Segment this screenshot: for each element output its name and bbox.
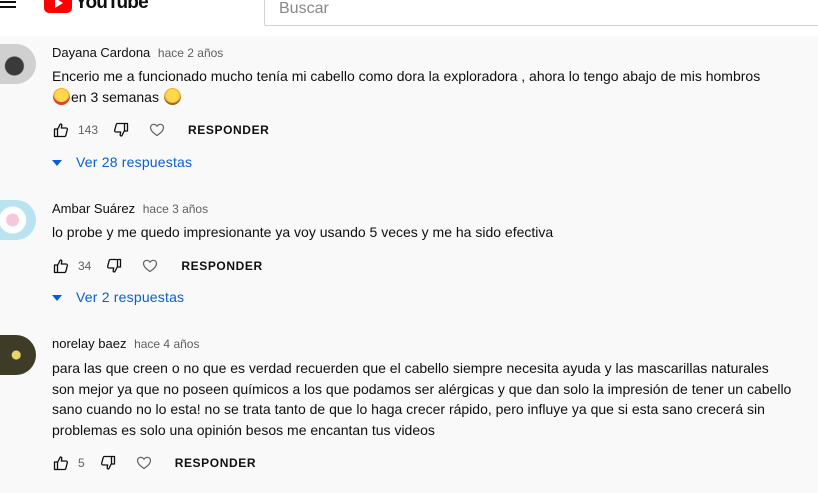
thumb-down-icon[interactable] xyxy=(105,257,123,275)
reply-button[interactable]: RESPONDER xyxy=(188,123,269,137)
view-replies-label: Ver 28 respuestas xyxy=(76,154,193,170)
comment-text: para las que creen o no que es verdad re… xyxy=(52,360,792,438)
comment-time[interactable]: hace 2 años xyxy=(158,46,223,60)
search-box[interactable] xyxy=(264,0,818,26)
heart-icon[interactable] xyxy=(148,121,166,139)
caret-down-icon xyxy=(52,289,62,305)
comment-author[interactable]: Dayana Cardona xyxy=(52,45,150,60)
comment-text: Encerio me a funcionado mucho tenía mi c… xyxy=(52,68,761,105)
youtube-logo[interactable]: YouTube xyxy=(44,0,149,14)
comment-actions: 5 RESPONDER xyxy=(52,451,256,475)
thumb-up-icon[interactable] xyxy=(52,454,70,472)
reply-button[interactable]: RESPONDER xyxy=(181,259,262,273)
logo-text: YouTube xyxy=(75,0,149,13)
avatar[interactable] xyxy=(0,44,36,84)
thumb-up-icon[interactable] xyxy=(52,121,70,139)
like-count: 143 xyxy=(78,123,99,137)
top-bar: YouTube xyxy=(0,0,818,36)
caret-down-icon xyxy=(52,154,62,170)
comment-time[interactable]: hace 4 años xyxy=(134,337,199,351)
star-struck-emoji xyxy=(53,87,70,105)
like-count: 34 xyxy=(78,259,92,273)
avatar[interactable] xyxy=(0,200,36,240)
search-input[interactable] xyxy=(277,0,801,23)
thumb-down-icon[interactable] xyxy=(99,454,117,472)
view-replies-button[interactable]: Ver 28 respuestas xyxy=(52,152,192,172)
comment-text: lo probe y me quedo impresionante ya voy… xyxy=(52,224,554,240)
youtube-logo-icon xyxy=(44,0,72,13)
like-count: 5 xyxy=(78,456,85,470)
heart-icon[interactable] xyxy=(141,257,159,275)
comment-author[interactable]: norelay baez xyxy=(52,336,126,351)
reply-button[interactable]: RESPONDER xyxy=(175,456,256,470)
menu-icon[interactable] xyxy=(0,0,18,14)
thumb-up-icon[interactable] xyxy=(52,257,70,275)
comment-author[interactable]: Ambar Suárez xyxy=(52,201,135,216)
thumb-down-icon[interactable] xyxy=(112,121,130,139)
sad-emoji xyxy=(163,87,181,105)
comment-time[interactable]: hace 3 años xyxy=(143,202,208,216)
comment-actions: 34 RESPONDER xyxy=(52,254,263,278)
view-replies-label: Ver 2 respuestas xyxy=(76,289,185,305)
heart-icon[interactable] xyxy=(135,454,153,472)
comment-actions: 143 RESPONDER xyxy=(52,118,269,142)
view-replies-button[interactable]: Ver 2 respuestas xyxy=(52,287,184,307)
avatar[interactable] xyxy=(0,335,36,375)
